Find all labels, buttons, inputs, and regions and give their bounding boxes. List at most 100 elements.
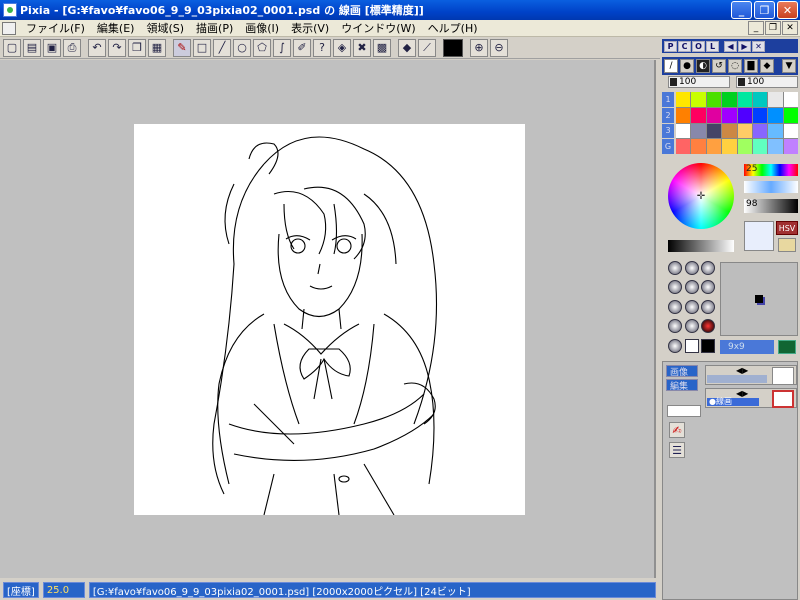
rectangle-icon[interactable]: □ bbox=[193, 38, 211, 57]
app-icon[interactable] bbox=[3, 3, 17, 17]
palette-swatch[interactable] bbox=[676, 139, 691, 154]
palette-swatch[interactable] bbox=[706, 107, 722, 123]
hsv-button[interactable]: HSV bbox=[776, 221, 798, 235]
palette-swatch[interactable] bbox=[691, 92, 706, 107]
palette-row-g[interactable]: G bbox=[662, 139, 674, 154]
panel-close-icon[interactable]: ✕ bbox=[752, 40, 765, 52]
curve-icon[interactable]: ∫ bbox=[273, 38, 291, 57]
mdi-close-button[interactable]: ✕ bbox=[782, 21, 798, 35]
menu-edit[interactable]: 編集(E) bbox=[91, 20, 141, 36]
palette-swatch[interactable] bbox=[722, 123, 737, 139]
menu-file[interactable]: ファイル(F) bbox=[20, 20, 91, 36]
tab-l[interactable]: L bbox=[706, 40, 719, 52]
polygon-icon[interactable]: ⬠ bbox=[253, 38, 271, 57]
density-field[interactable]: 100 bbox=[736, 76, 798, 88]
palette-swatch[interactable] bbox=[737, 92, 752, 107]
open-icon[interactable]: ▤ bbox=[23, 38, 41, 57]
palette-swatch[interactable] bbox=[737, 107, 752, 123]
mdi-restore-button[interactable]: ❐ bbox=[765, 21, 781, 35]
palette-swatch[interactable] bbox=[737, 123, 752, 139]
brush-shape-9[interactable] bbox=[701, 299, 716, 314]
palette-swatch[interactable] bbox=[722, 107, 737, 123]
filter-icon[interactable]: ◆ bbox=[398, 38, 416, 57]
minimize-button[interactable]: _ bbox=[731, 1, 752, 19]
image-button[interactable]: 画像 bbox=[666, 365, 698, 378]
palette-swatch[interactable] bbox=[768, 139, 783, 154]
color-pick-button[interactable] bbox=[778, 238, 796, 252]
brush-shape-13[interactable] bbox=[668, 338, 682, 353]
menu-image[interactable]: 画像(I) bbox=[239, 20, 285, 36]
brush-size-icon[interactable] bbox=[778, 340, 796, 354]
layer-move-icon[interactable]: ◀▶ bbox=[736, 366, 748, 375]
brush-shape-15[interactable] bbox=[701, 338, 716, 353]
block-brush-icon[interactable]: ▇ bbox=[744, 59, 758, 73]
brush-shape-8[interactable] bbox=[684, 299, 699, 314]
maximize-button[interactable]: ❐ bbox=[754, 1, 775, 19]
gray-gradient-bar[interactable] bbox=[668, 240, 734, 252]
soft-brush-icon[interactable]: ◌ bbox=[728, 59, 742, 73]
panel-collapse-icon[interactable]: ▶ bbox=[738, 40, 751, 52]
layer-row[interactable]: ◀▶ bbox=[705, 365, 797, 385]
tab-o[interactable]: O bbox=[692, 40, 705, 52]
save-icon[interactable]: ▣ bbox=[43, 38, 61, 57]
palette-row-1[interactable]: 1 bbox=[662, 92, 674, 107]
palette-swatch[interactable] bbox=[722, 139, 737, 154]
layer-move-icon-2[interactable]: ◀▶ bbox=[736, 389, 748, 398]
paste-icon[interactable]: ▦ bbox=[148, 38, 166, 57]
brightness-slider[interactable]: 98 bbox=[744, 199, 798, 213]
zoom-out-icon[interactable]: ⊖ bbox=[490, 38, 508, 57]
document-icon[interactable] bbox=[2, 21, 16, 35]
zoom-in-icon[interactable]: ⊕ bbox=[470, 38, 488, 57]
palette-swatch[interactable] bbox=[706, 123, 722, 139]
color-swatch[interactable] bbox=[443, 38, 463, 57]
palette-swatch[interactable] bbox=[783, 139, 798, 154]
pattern-icon[interactable]: ▩ bbox=[373, 38, 391, 57]
current-color-swatch[interactable] bbox=[744, 221, 774, 251]
palette-swatch[interactable] bbox=[752, 123, 768, 139]
palette-swatch[interactable] bbox=[676, 123, 691, 139]
brush-shape-6[interactable] bbox=[701, 280, 716, 295]
undo-icon[interactable]: ↶ bbox=[88, 38, 106, 57]
palette-swatch[interactable] bbox=[691, 139, 706, 154]
opacity-field[interactable]: 100 bbox=[668, 76, 730, 88]
palette-swatch[interactable] bbox=[783, 92, 798, 107]
menu-draw[interactable]: 描画(P) bbox=[190, 20, 239, 36]
layer-mode-icon[interactable]: ✍ bbox=[669, 422, 685, 438]
palette-swatch[interactable] bbox=[676, 92, 691, 107]
palette-swatch[interactable] bbox=[722, 92, 737, 107]
brush-shape-1[interactable] bbox=[668, 261, 682, 275]
hue-slider[interactable]: 25 bbox=[744, 164, 798, 176]
menu-window[interactable]: ウインドウ(W) bbox=[335, 20, 421, 36]
layer-row-active[interactable]: ◀▶ ●線画 bbox=[705, 388, 797, 408]
panel-expand-icon[interactable]: ◀ bbox=[724, 40, 737, 52]
palette-swatch[interactable] bbox=[752, 139, 768, 154]
dropdown-icon[interactable]: ▼ bbox=[782, 59, 796, 73]
dot-brush-icon[interactable]: ● bbox=[680, 59, 694, 73]
palette-swatch[interactable] bbox=[768, 92, 783, 107]
palette-row-2[interactable]: 2 bbox=[662, 107, 674, 123]
print-icon[interactable]: ⎙ bbox=[63, 38, 81, 57]
brush-shape-2[interactable] bbox=[684, 261, 699, 275]
palette-swatch[interactable] bbox=[783, 123, 798, 139]
eraser-icon[interactable]: ✖ bbox=[353, 38, 371, 57]
tab-c[interactable]: C bbox=[678, 40, 691, 52]
palette-swatch[interactable] bbox=[768, 107, 783, 123]
brush-icon[interactable]: ✐ bbox=[293, 38, 311, 57]
pen-icon[interactable]: ✎ bbox=[173, 38, 191, 57]
palette-swatch[interactable] bbox=[768, 123, 783, 139]
eraser-tool-icon[interactable]: ◆ bbox=[760, 59, 774, 73]
redo-icon[interactable]: ↷ bbox=[108, 38, 126, 57]
select-icon[interactable]: ? bbox=[313, 38, 331, 57]
brush-shape-10[interactable] bbox=[668, 319, 682, 334]
menu-help[interactable]: ヘルプ(H) bbox=[422, 20, 484, 36]
edit-button[interactable]: 編集 bbox=[666, 379, 698, 392]
brush-shape-11[interactable] bbox=[684, 319, 699, 334]
copy-icon[interactable]: ❐ bbox=[128, 38, 146, 57]
menu-view[interactable]: 表示(V) bbox=[285, 20, 335, 36]
palette-swatch[interactable] bbox=[691, 123, 706, 139]
fill-icon[interactable]: ◈ bbox=[333, 38, 351, 57]
saturation-slider[interactable] bbox=[744, 181, 798, 193]
brush-shape-4[interactable] bbox=[668, 280, 682, 295]
circle-icon[interactable]: ○ bbox=[233, 38, 251, 57]
palette-swatch[interactable] bbox=[783, 107, 798, 123]
